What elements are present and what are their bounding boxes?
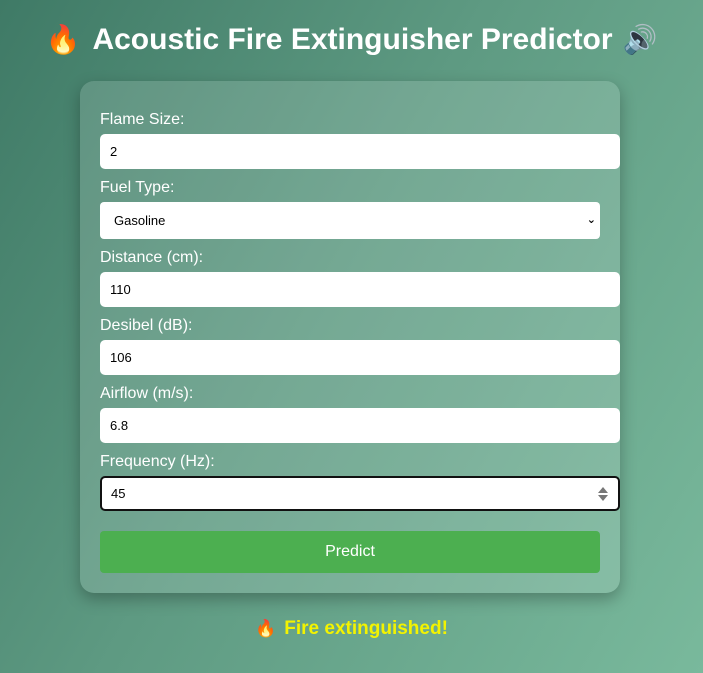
decibel-label: Desibel (dB): [100, 317, 193, 334]
page-title: 🔥 Acoustic Fire Extinguisher Predictor 🔊 [0, 22, 703, 63]
frequency-input[interactable]: 45 [100, 476, 620, 511]
decibel-input[interactable]: 106 [100, 340, 620, 375]
chevron-down-icon: ⌄ [586, 214, 596, 226]
frequency-label: Frequency (Hz): [100, 453, 215, 470]
page-title-text: Acoustic Fire Extinguisher Predictor [92, 23, 613, 57]
prediction-result: 🔥 Fire extinguished! [0, 616, 703, 642]
airflow-label: Airflow (m/s): [100, 385, 194, 402]
distance-label: Distance (cm): [100, 249, 204, 266]
prediction-form: Flame Size: 2 Fuel Type: Gasoline ⌄ Dist… [80, 81, 620, 593]
fire-icon: 🔥 [255, 619, 277, 638]
airflow-input[interactable]: 6.8 [100, 408, 620, 443]
frequency-value: 45 [111, 486, 126, 501]
predict-button[interactable]: Predict [100, 531, 600, 573]
flame-size-input[interactable]: 2 [100, 134, 620, 169]
distance-input[interactable]: 110 [100, 272, 620, 307]
number-spinner-icon[interactable] [598, 486, 608, 502]
fire-icon: 🔥 [45, 24, 81, 56]
flame-size-label: Flame Size: [100, 111, 185, 128]
fuel-type-select[interactable]: Gasoline ⌄ [100, 202, 600, 239]
fuel-type-selected: Gasoline [114, 213, 166, 228]
result-text: Fire extinguished! [284, 618, 448, 639]
fuel-type-label: Fuel Type: [100, 179, 175, 196]
speaker-icon: 🔊 [622, 24, 658, 56]
